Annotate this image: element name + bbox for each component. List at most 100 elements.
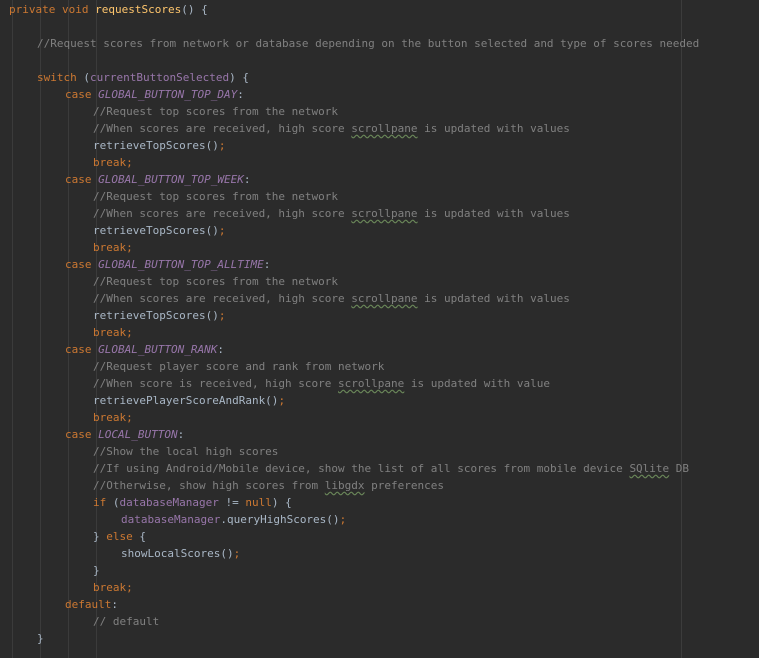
code-line-case: case GLOBAL_BUTTON_TOP_ALLTIME: [65,256,270,273]
code-line-comment: //Request scores from network or databas… [37,35,699,52]
code-line-case: case GLOBAL_BUTTON_RANK: [65,341,224,358]
keyword: switch [37,71,77,84]
code-line-if: if (databaseManager != null) { [93,494,292,511]
keyword: void [61,3,89,16]
keyword: break; [93,156,133,169]
punctuation: ; [218,139,226,152]
punctuation: ; [218,309,226,322]
keyword: private [9,3,56,16]
comment: DB [669,462,690,475]
keyword: case [65,428,92,441]
code-line-break: break; [93,409,133,426]
punctuation: ( [106,496,120,509]
spelling-warning: scrollpane [351,207,418,220]
spelling-warning: SQlite [629,462,670,475]
field: currentButtonSelected [90,71,230,84]
comment: //Request player score and rank from net… [93,360,385,373]
comment: preferences [364,479,445,492]
method-call: retrievePlayerScoreAndRank() [93,394,279,407]
method-call: retrieveTopScores() [93,139,219,152]
spelling-warning: scrollpane [351,122,418,135]
code-line-comment: //Request player score and rank from net… [93,358,384,375]
code-line-call: retrieveTopScores(); [93,307,225,324]
punctuation: } [93,530,107,543]
code-line-comment: //Request top scores from the network [93,103,338,120]
code-line-comment: // default [93,613,159,630]
indent-guide [12,0,13,658]
comment: is updated with values [417,292,570,305]
spelling-warning: scrollpane [351,292,418,305]
code-line-break: break; [93,239,133,256]
code-line-method-signature: private void requestScores() { [9,1,208,18]
field: databaseManager [121,513,221,526]
punctuation: ( [76,71,90,84]
code-editor[interactable]: private void requestScores() { //Request… [0,0,759,658]
comment: //If using Android/Mobile device, show t… [93,462,630,475]
punctuation: ; [278,394,286,407]
comment: //Otherwise, show high scores from [93,479,325,492]
keyword: default [65,598,112,611]
code-line-case: case GLOBAL_BUTTON_TOP_DAY: [65,86,244,103]
constant: GLOBAL_BUTTON_TOP_ALLTIME [98,258,264,271]
punctuation: ) { [271,496,292,509]
code-line-switch: switch (currentButtonSelected) { [37,69,249,86]
punctuation: : [111,598,118,611]
comment: //Request top scores from the network [93,275,339,288]
comment: // default [93,615,160,628]
code-line-comment: //When score is received, high score scr… [93,375,550,392]
method-call: showLocalScores() [121,547,234,560]
keyword: break; [93,241,133,254]
code-line-comment: //If using Android/Mobile device, show t… [93,460,689,477]
code-line-comment: //When scores are received, high score s… [93,120,570,137]
indent-guide [40,0,41,658]
comment: //When score is received, high score [93,377,339,390]
punctuation: ; [233,547,241,560]
keyword: break; [93,581,133,594]
code-line-comment: //Show the local high scores [93,443,278,460]
constant: GLOBAL_BUTTON_RANK [98,343,218,356]
comment: //When scores are received, high score [93,207,352,220]
punctuation: () { [181,3,208,16]
code-line-comment: //When scores are received, high score s… [93,205,570,222]
code-line-break: break; [93,324,133,341]
method-call: .queryHighScores() [220,513,340,526]
comment: //When scores are received, high score [93,122,352,135]
punctuation: { [132,530,146,543]
comment: is updated with value [404,377,550,390]
code-line-brace: } [93,562,100,579]
spelling-warning: scrollpane [338,377,405,390]
punctuation: : [177,428,185,441]
keyword: else [106,530,133,543]
keyword: null [245,496,272,509]
right-margin-line [681,0,682,658]
code-line-case: case GLOBAL_BUTTON_TOP_WEEK: [65,171,250,188]
code-line-call: showLocalScores(); [121,545,240,562]
constant: GLOBAL_BUTTON_TOP_WEEK [98,173,244,186]
punctuation: : [243,173,251,186]
punctuation: ) { [229,71,249,84]
punctuation: : [217,343,224,356]
comment: //Request top scores from the network [93,190,339,203]
code-line-comment: //Otherwise, show high scores from libgd… [93,477,444,494]
code-line-comment: //Request top scores from the network [93,188,338,205]
method-name: requestScores [95,3,182,16]
comment: //Request top scores from the network [93,105,339,118]
code-line-default: default: [65,596,118,613]
operator: != [218,496,246,509]
method-call: retrieveTopScores() [93,224,219,237]
field: databaseManager [119,496,219,509]
code-line-case: case LOCAL_BUTTON: [65,426,184,443]
keyword: case [65,88,92,101]
code-line-call: retrievePlayerScoreAndRank(); [93,392,285,409]
punctuation: : [237,88,244,101]
comment: is updated with values [417,207,570,220]
code-line-break: break; [93,154,133,171]
comment: //When scores are received, high score [93,292,352,305]
comment: //Show the local high scores [93,445,279,458]
code-line-brace: } [37,630,44,647]
keyword: case [65,173,92,186]
keyword: break; [93,326,133,339]
punctuation: ; [218,224,226,237]
keyword: if [93,496,107,509]
code-line-comment: //When scores are received, high score s… [93,290,570,307]
